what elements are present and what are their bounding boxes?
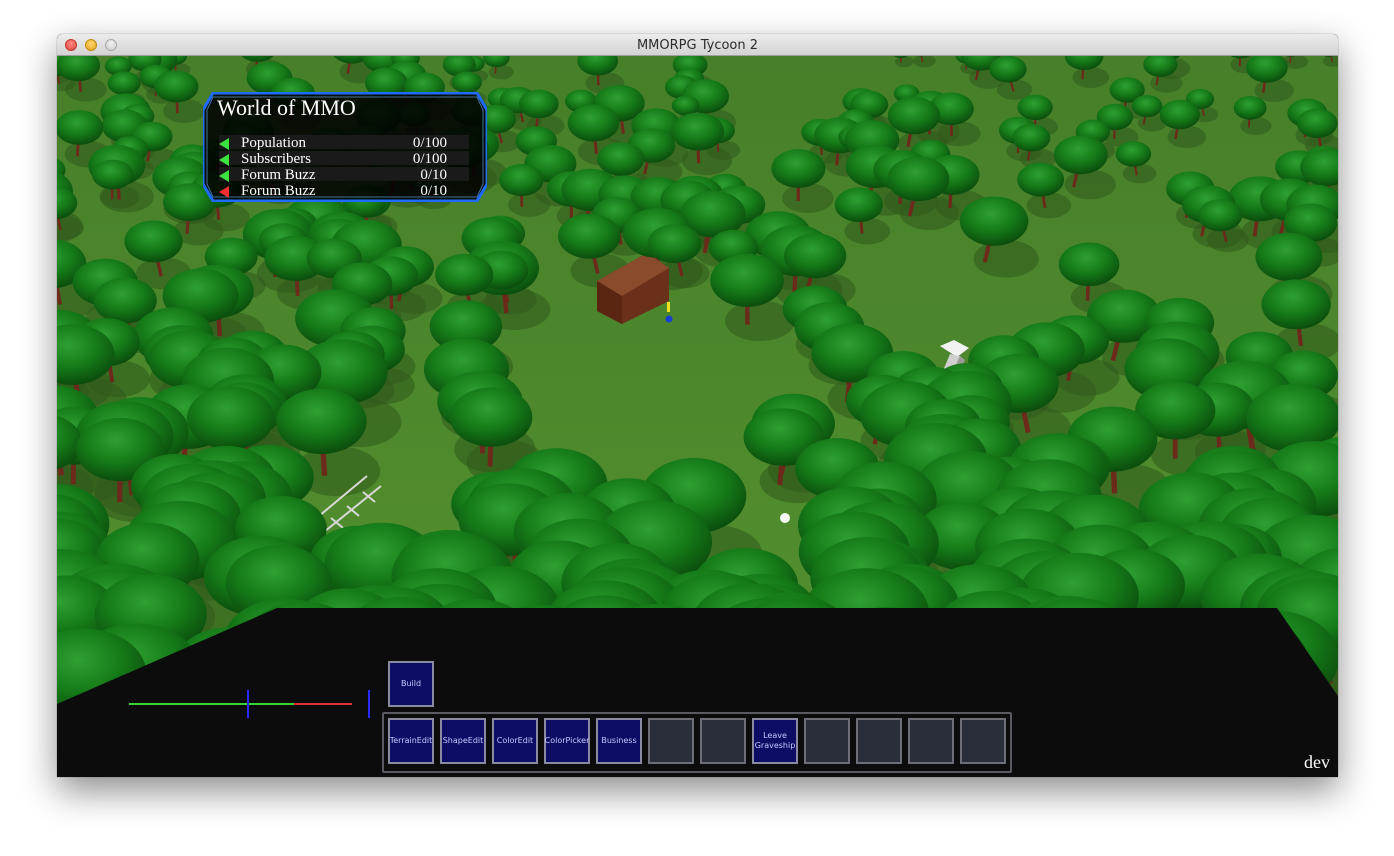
empty-slot[interactable]: [908, 718, 954, 764]
stat-population: Population 0/100: [219, 135, 469, 151]
color-picker-button[interactable]: ColorPicker: [544, 718, 590, 764]
trend-down-icon: [219, 186, 229, 198]
game-window: MMORPG Tycoon 2 World of MMO Population …: [57, 34, 1338, 777]
trend-up-icon: [219, 170, 229, 182]
stat-value: 0/100: [412, 151, 447, 167]
stat-label: Forum Buzz: [241, 167, 316, 183]
slot-label: Business: [601, 736, 637, 745]
title-bar[interactable]: MMORPG Tycoon 2: [57, 34, 1338, 56]
trend-up-icon: [219, 138, 229, 150]
stat-forum-buzz: Forum Buzz 0/10: [219, 167, 469, 183]
business-button[interactable]: Business: [596, 718, 642, 764]
trend-up-icon: [219, 154, 229, 166]
stat-value: 0/10: [420, 183, 447, 199]
slot-label: Leave Graveship: [754, 731, 796, 750]
stat-forum-buzz-negative: Forum Buzz 0/10: [219, 183, 469, 199]
shape-edit-button[interactable]: ShapeEdit: [440, 718, 486, 764]
empty-slot[interactable]: [648, 718, 694, 764]
stat-label: Subscribers: [241, 151, 311, 167]
terrain-edit-button[interactable]: TerrainEdit: [388, 718, 434, 764]
balance-slider[interactable]: [127, 686, 377, 722]
slot-label: ColorEdit: [496, 736, 534, 745]
empty-slot[interactable]: [856, 718, 902, 764]
build-button[interactable]: Build: [388, 661, 434, 707]
dev-mode-label: dev: [1304, 752, 1330, 772]
empty-slot[interactable]: [804, 718, 850, 764]
game-viewport[interactable]: World of MMO Population 0/100 Subscriber…: [57, 56, 1338, 777]
stat-subscribers: Subscribers 0/100: [219, 151, 469, 167]
empty-slot[interactable]: [700, 718, 746, 764]
glowing-orb[interactable]: [780, 513, 790, 523]
build-label: Build: [400, 679, 422, 688]
world-name: World of MMO: [217, 95, 356, 120]
world-status-panel: World of MMO Population 0/100 Subscriber…: [203, 92, 487, 202]
stat-label: Forum Buzz: [241, 183, 316, 199]
stat-label: Population: [241, 135, 307, 151]
empty-slot[interactable]: [960, 718, 1006, 764]
window-title: MMORPG Tycoon 2: [636, 38, 759, 53]
color-edit-button[interactable]: ColorEdit: [492, 718, 538, 764]
slot-label: TerrainEdit: [389, 736, 433, 745]
stat-value: 0/10: [420, 167, 447, 183]
slot-label: ColorPicker: [544, 736, 590, 745]
stat-value: 0/100: [412, 135, 447, 151]
slot-label: ShapeEdit: [442, 736, 484, 745]
leave-graveship-button[interactable]: Leave Graveship: [752, 718, 798, 764]
